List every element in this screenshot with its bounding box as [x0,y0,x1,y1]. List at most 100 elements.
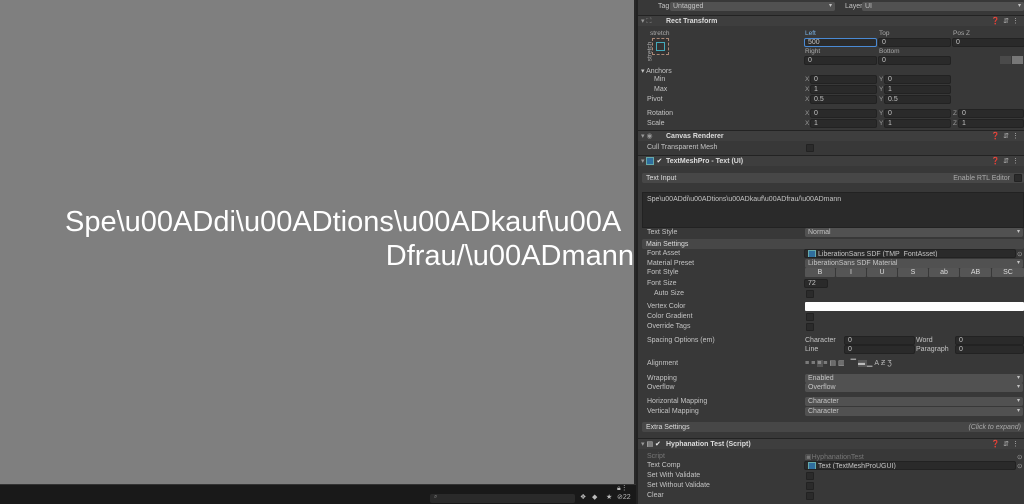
script-enabled-checkbox[interactable]: ✔ [655,441,661,448]
lowercase-button[interactable]: ab [929,268,959,277]
vertical-mapping-dropdown[interactable]: Character [805,407,1023,416]
auto-size-checkbox[interactable] [806,290,814,298]
object-picker-icon[interactable]: ⊙ [1017,462,1022,470]
top-field[interactable]: 0 [878,38,951,47]
script-value: HyphanationTest [811,454,864,461]
bold-button[interactable]: B [805,268,835,277]
rotation-x[interactable]: 0 [810,109,877,118]
tag-icon[interactable]: ◆ [592,493,597,501]
component-tools-icon[interactable]: ❓⇵⋮ [991,132,1022,140]
clear-checkbox[interactable] [806,492,814,500]
layers-icon[interactable]: ❖ [580,493,586,501]
anchors-foldout[interactable]: ▾ Anchors [641,67,672,75]
overflow-dropdown[interactable]: Overflow [805,383,1023,392]
color-gradient-checkbox[interactable] [806,313,814,321]
tmp-title: TextMeshPro - Text (UI) [666,158,744,165]
word-spacing-field[interactable]: 0 [955,336,1024,345]
paragraph-spacing-field[interactable]: 0 [955,345,1024,354]
component-tools-icon[interactable]: ❓⇵⋮ [991,17,1022,25]
component-tools-icon[interactable]: ❓⇵⋮ [991,440,1022,448]
set-with-validate-checkbox[interactable] [806,472,814,480]
bottom-field[interactable]: 0 [878,56,951,65]
favorite-icon[interactable]: ★ [606,493,612,501]
vertex-color-swatch[interactable] [805,302,1024,311]
right-field[interactable]: 0 [804,56,877,65]
layer-dropdown[interactable]: UI [862,2,1024,11]
anchor-min-x[interactable]: 0 [810,75,877,84]
strikethrough-button[interactable]: S [898,268,928,277]
align-middle-icon[interactable]: ▬ [857,360,867,367]
horizontal-mapping-value: Character [808,398,839,405]
anchor-min-y[interactable]: 0 [884,75,951,84]
tag-dropdown[interactable]: Untagged [670,2,835,11]
pivot-y[interactable]: 0.5 [884,95,951,104]
align-flush-icon[interactable]: ▤ [829,360,838,367]
uppercase-button[interactable]: AB [960,268,991,277]
line-spacing-field[interactable]: 0 [844,345,915,354]
font-asset-field[interactable]: LiberationSans SDF (TMP_FontAsset) [804,249,1016,258]
lock-icon[interactable]: 🔒︎⋮ [617,484,628,493]
component-tools-icon[interactable]: ❓⇵⋮ [991,157,1022,165]
alignment-buttons[interactable]: ≡≡≡≡▤▥ ▔▬▁AƵƷ [805,359,894,368]
character-spacing-field[interactable]: 0 [844,336,915,345]
rtl-checkbox[interactable] [1014,174,1022,182]
posz-field[interactable]: 0 [952,38,1024,47]
scale-label: Scale [647,120,665,127]
rect-transform-title: Rect Transform [666,18,718,25]
underline-button[interactable]: U [867,268,897,277]
wrapping-dropdown[interactable]: Enabled [805,374,1023,383]
left-field[interactable]: 500 [804,38,877,47]
set-without-validate-checkbox[interactable] [806,482,814,490]
anchor-presets-button[interactable] [652,38,669,55]
material-preset-dropdown[interactable]: LiberationSans SDF Material [805,259,1023,268]
text-input-label: Text Input [646,175,677,182]
anchor-max-y[interactable]: 1 [884,85,951,94]
anchors-label: Anchors [646,68,672,75]
rotation-y[interactable]: 0 [884,109,951,118]
scale-z[interactable]: 1 [958,119,1024,128]
override-tags-checkbox[interactable] [806,323,814,331]
text-input-area[interactable]: Spe\u00ADdi\u00ADtions\u00ADkauf\u00ADfr… [642,192,1024,228]
search-input[interactable]: ⌕ [430,494,575,503]
script-header[interactable]: ▾ ▤ ✔ Hyphanation Test (Script) ❓⇵⋮ [638,438,1024,449]
align-top-icon[interactable]: ▔ [851,360,858,367]
anchor-max-x[interactable]: 1 [810,85,877,94]
right-label: Right [805,48,821,55]
inspector-panel: Tag Untagged Layer UI ▾ ⛶ Rect Transform… [636,0,1024,504]
scene-view[interactable]: Spe\u00ADdi\u00ADtions\u00ADkauf\u00A Df… [0,0,634,484]
text-comp-field[interactable]: Text (TextMeshProUGUI) [804,461,1016,470]
align-capline-icon[interactable]: Ʒ [887,360,893,367]
overflow-label: Overflow [647,384,675,391]
pivot-x[interactable]: 0.5 [810,95,877,104]
text-style-dropdown[interactable]: Normal [805,228,1023,237]
cull-label: Cull Transparent Mesh [647,144,718,151]
tmp-header[interactable]: ▾ ✔ TextMeshPro - Text (UI) ❓⇵⋮ [638,155,1024,166]
canvas-renderer-header[interactable]: ▾ ◉ Canvas Renderer ❓⇵⋮ [638,130,1024,141]
italic-button[interactable]: I [836,268,866,277]
overflow-value: Overflow [808,384,836,391]
spacing-label: Spacing Options (em) [647,337,715,344]
object-picker-icon[interactable]: ⊙ [1017,250,1022,258]
rect-transform-header[interactable]: ▾ ⛶ Rect Transform ❓⇵⋮ [638,15,1024,26]
pivot-label: Pivot [647,96,663,103]
align-geo-icon[interactable]: ▥ [838,360,847,367]
hidden-count-icon[interactable]: ⊘22 [617,493,631,501]
cull-checkbox[interactable] [806,144,814,152]
font-size-label: Font Size [647,280,677,287]
rotation-z[interactable]: 0 [958,109,1024,118]
extra-settings-foldout[interactable]: Extra Settings (Click to expand) [642,422,1024,432]
blueprint-mode-button[interactable] [1000,56,1011,64]
smallcaps-button[interactable]: SC [992,268,1024,277]
font-asset-label: Font Asset [647,250,681,257]
object-picker-icon: ⊙ [1017,454,1023,461]
horizontal-mapping-dropdown[interactable]: Character [805,397,1023,406]
set-with-validate-label: Set With Validate [647,472,701,479]
scale-x[interactable]: 1 [810,119,877,128]
wrapping-label: Wrapping [647,375,677,382]
raw-edit-button[interactable] [1012,56,1023,64]
enabled-checkbox[interactable]: ✔ [656,158,662,165]
scale-y[interactable]: 1 [884,119,951,128]
anchor-max-label: Max [654,86,668,93]
font-size-field[interactable]: 72 [804,279,828,288]
wrapping-value: Enabled [808,375,834,382]
